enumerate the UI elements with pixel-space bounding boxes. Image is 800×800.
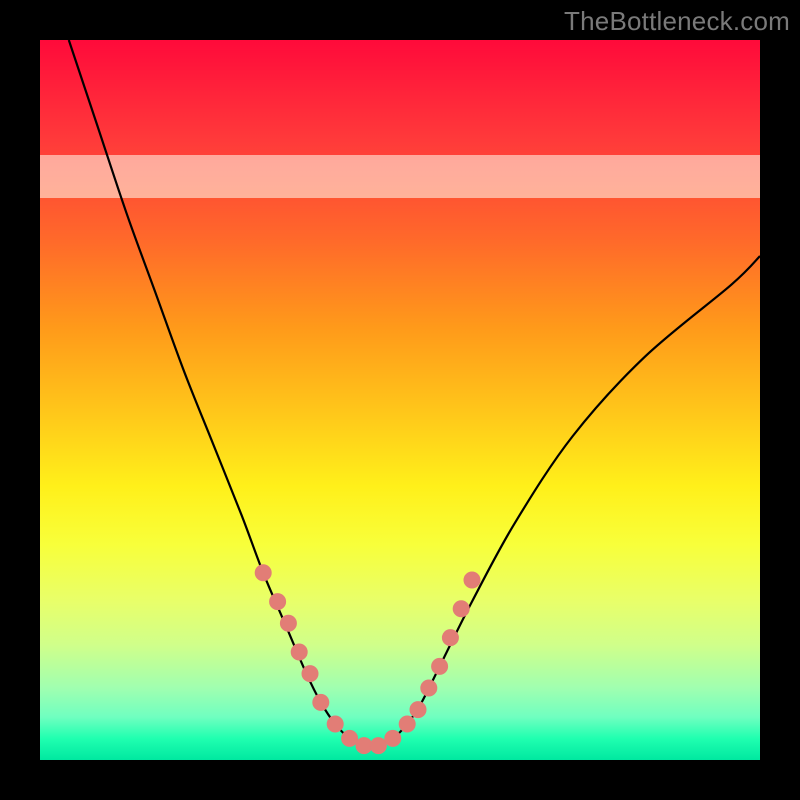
data-point bbox=[356, 738, 372, 754]
data-point bbox=[370, 738, 386, 754]
curve-layer bbox=[40, 40, 760, 760]
data-point bbox=[464, 572, 480, 588]
data-point bbox=[255, 565, 271, 581]
data-point bbox=[342, 730, 358, 746]
data-point bbox=[291, 644, 307, 660]
data-point bbox=[385, 730, 401, 746]
data-point bbox=[327, 716, 343, 732]
data-point bbox=[421, 680, 437, 696]
data-point bbox=[410, 702, 426, 718]
data-point bbox=[442, 630, 458, 646]
watermark-text: TheBottleneck.com bbox=[564, 6, 790, 37]
plot-area bbox=[40, 40, 760, 760]
data-point bbox=[432, 658, 448, 674]
bottleneck-curve bbox=[69, 40, 760, 747]
data-point bbox=[270, 594, 286, 610]
data-point bbox=[399, 716, 415, 732]
chart-stage: TheBottleneck.com bbox=[0, 0, 800, 800]
data-point bbox=[280, 615, 296, 631]
bottleneck-points-group bbox=[255, 565, 480, 754]
data-point bbox=[453, 601, 469, 617]
data-point bbox=[313, 694, 329, 710]
data-point bbox=[302, 666, 318, 682]
